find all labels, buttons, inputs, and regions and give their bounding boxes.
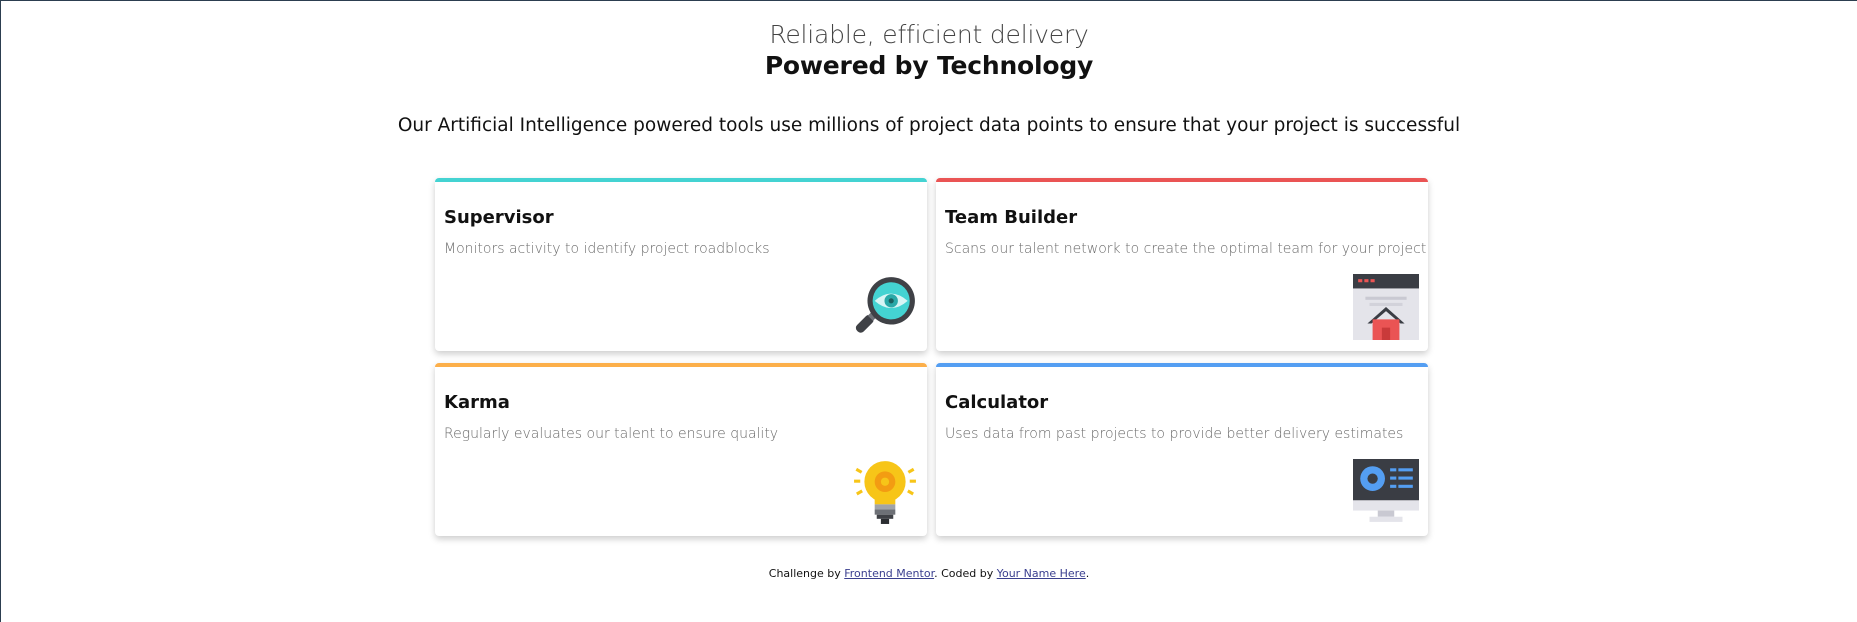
intro-text: Our Artificial Intelligence powered tool…: [397, 115, 1461, 136]
card-accent-bar: [936, 363, 1428, 367]
card-title: Calculator: [945, 392, 1049, 413]
header: Reliable, efficient delivery Powered by …: [1, 19, 1857, 81]
header-title: Powered by Technology: [764, 51, 1094, 80]
card-team-builder: Team Builder Scans our talent network to…: [936, 178, 1428, 351]
footer-middle: . Coded by: [934, 567, 994, 580]
footer-prefix: Challenge by: [768, 567, 841, 580]
card-title: Supervisor: [444, 207, 554, 228]
team-builder-icon: [1353, 274, 1419, 340]
footer: Challenge by Frontend Mentor. Coded by Y…: [1, 567, 1857, 580]
card-description: Uses data from past projects to provide …: [945, 426, 1404, 442]
header-subtitle: Reliable, efficient delivery: [769, 20, 1089, 49]
card-description: Scans our talent network to create the o…: [945, 241, 1427, 257]
page: Reliable, efficient delivery Powered by …: [0, 0, 1857, 622]
frontend-mentor-link[interactable]: Frontend Mentor: [844, 567, 934, 580]
card-accent-bar: [435, 178, 927, 182]
card-karma: Karma Regularly evaluates our talent to …: [435, 363, 927, 536]
card-title: Karma: [444, 392, 510, 413]
author-link[interactable]: Your Name Here: [997, 567, 1086, 580]
calculator-icon: [1353, 459, 1419, 525]
card-accent-bar: [936, 178, 1428, 182]
footer-suffix: .: [1085, 567, 1090, 580]
card-description: Monitors activity to identify project ro…: [444, 241, 770, 257]
supervisor-icon: [852, 274, 918, 340]
card-title: Team Builder: [945, 207, 1078, 228]
card-supervisor: Supervisor Monitors activity to identify…: [435, 178, 927, 351]
card-accent-bar: [435, 363, 927, 367]
karma-icon: [852, 459, 918, 525]
card-description: Regularly evaluates our talent to ensure…: [444, 426, 779, 442]
card-calculator: Calculator Uses data from past projects …: [936, 363, 1428, 536]
